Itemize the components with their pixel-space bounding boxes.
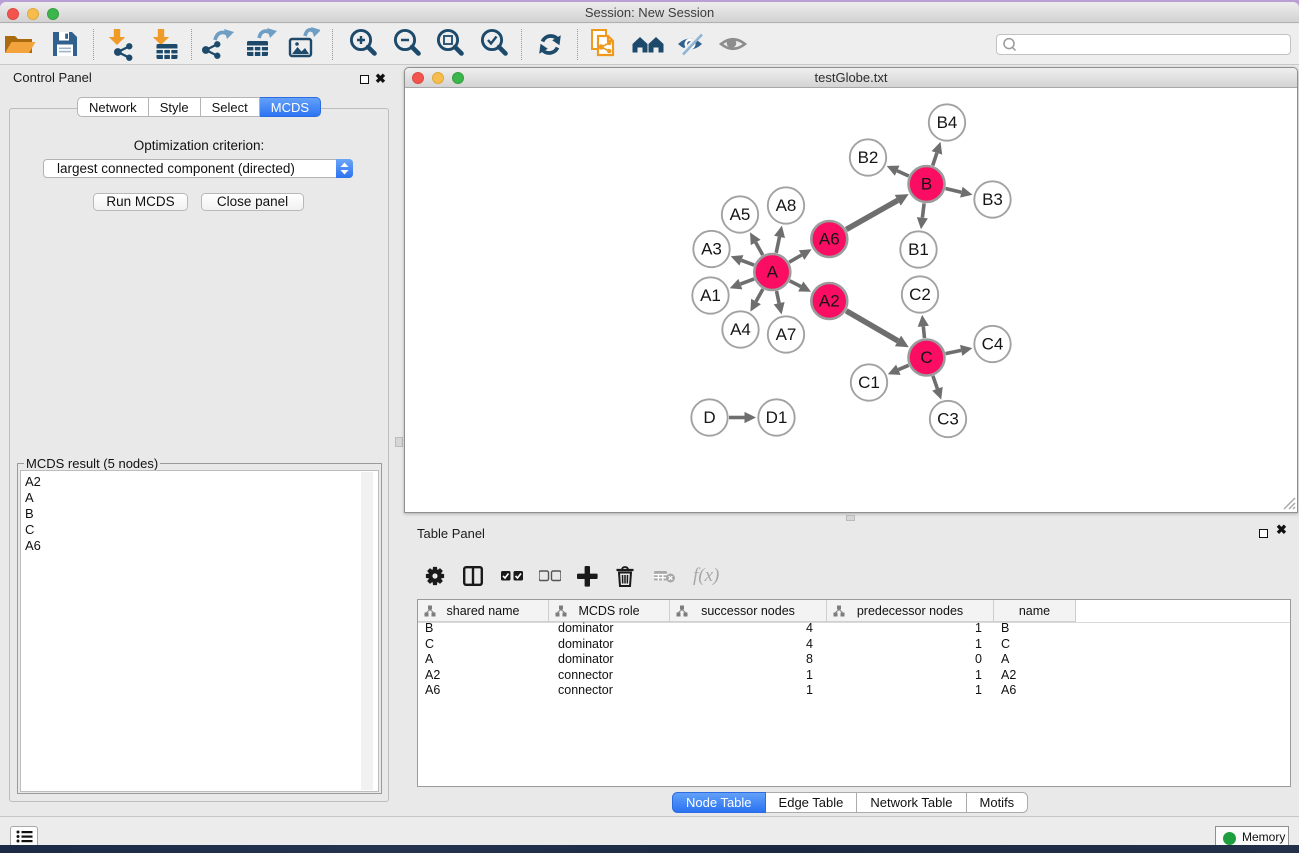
svg-text:B4: B4	[937, 113, 958, 132]
svg-text:A8: A8	[776, 196, 797, 215]
svg-text:C1: C1	[858, 373, 880, 392]
svg-text:A: A	[767, 263, 779, 282]
svg-text:A7: A7	[776, 325, 797, 344]
svg-text:A5: A5	[730, 205, 751, 224]
svg-text:f(x): f(x)	[693, 565, 719, 586]
svg-text:B2: B2	[858, 148, 879, 167]
svg-text:C4: C4	[982, 335, 1004, 354]
svg-text:B: B	[921, 175, 932, 194]
svg-text:A6: A6	[819, 230, 840, 249]
svg-text:A2: A2	[819, 292, 840, 311]
svg-text:C: C	[920, 348, 932, 367]
svg-text:B1: B1	[908, 240, 929, 259]
svg-text:B3: B3	[982, 190, 1003, 209]
svg-text:D1: D1	[766, 408, 788, 427]
svg-text:A4: A4	[730, 320, 751, 339]
svg-text:A3: A3	[701, 240, 722, 259]
svg-text:C2: C2	[909, 285, 931, 304]
svg-text:A1: A1	[700, 286, 721, 305]
svg-text:D: D	[703, 408, 715, 427]
svg-text:C3: C3	[937, 410, 959, 429]
